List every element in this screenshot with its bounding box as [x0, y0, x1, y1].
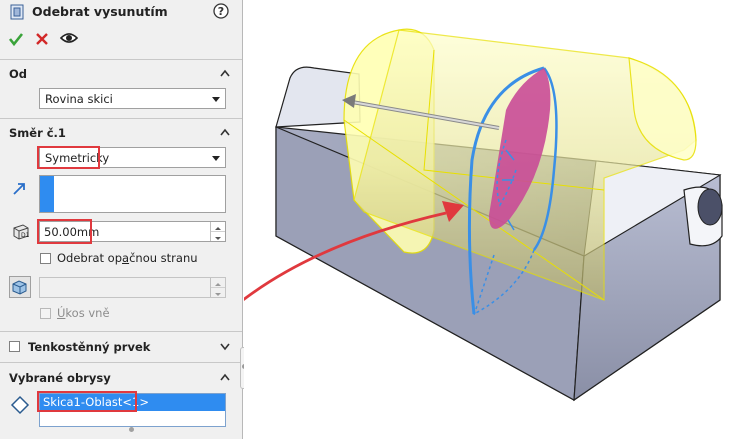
flip-side-label-text-end: čnou stranu	[129, 251, 198, 265]
property-manager: Odebrat vysunutím ? Od Rovina skici Směr…	[0, 0, 243, 439]
spin-down-icon[interactable]	[211, 234, 225, 243]
flip-side-checkbox[interactable]	[40, 253, 51, 264]
section-divider	[0, 118, 242, 119]
model-view[interactable]	[135, 0, 750, 439]
section-contours-header[interactable]: Vybrané obrysy	[0, 368, 242, 388]
checkmark-icon	[8, 33, 24, 47]
start-condition-select[interactable]: Rovina skici	[39, 88, 226, 109]
feature-icon	[9, 4, 25, 20]
close-icon	[36, 33, 48, 45]
start-condition-value: Rovina skici	[45, 92, 113, 106]
section-od-header[interactable]: Od	[0, 64, 242, 84]
svg-text:D1: D1	[21, 232, 30, 239]
draft-spinner	[210, 278, 225, 297]
graphics-area[interactable]	[135, 0, 750, 439]
highlight-box	[37, 146, 100, 169]
section-divider	[0, 362, 242, 363]
flip-side-label-text: Odebrat op	[57, 251, 123, 265]
draft-outward-checkbox	[40, 308, 51, 319]
svg-text:?: ?	[218, 5, 224, 18]
section-od-title: Od	[9, 67, 28, 81]
preview-button[interactable]	[59, 30, 79, 46]
chevron-up-icon[interactable]	[218, 370, 232, 384]
depth-icon: D1	[11, 222, 31, 242]
draft-outward-label-text-end: kos vně	[65, 306, 110, 320]
chevron-down-icon[interactable]	[218, 339, 232, 353]
depth-spinner[interactable]	[210, 222, 225, 241]
dropdown-arrow-icon	[212, 156, 220, 161]
dropdown-arrow-icon	[212, 97, 220, 102]
section-thin-title: Tenkostěnný prvek	[28, 340, 151, 354]
chevron-up-icon[interactable]	[218, 66, 232, 80]
eye-icon	[59, 33, 79, 43]
chevron-up-icon[interactable]	[218, 125, 232, 139]
highlight-box	[37, 391, 137, 412]
draft-outward-label: Úkos vně	[57, 306, 110, 320]
section-divider	[0, 331, 242, 332]
cancel-button[interactable]	[34, 31, 50, 47]
highlight-box	[37, 219, 92, 244]
thin-feature-checkbox[interactable]	[9, 341, 20, 352]
section-direction-header[interactable]: Směr č.1	[0, 123, 242, 143]
section-thin-header[interactable]: Tenkostěnný prvek	[0, 337, 242, 357]
ok-button[interactable]	[8, 31, 24, 47]
section-contours-title: Vybrané obrysy	[9, 371, 111, 385]
section-divider	[0, 59, 242, 60]
resize-handle[interactable]	[129, 427, 134, 432]
draft-angle-input	[39, 277, 226, 298]
selection-color-swatch	[40, 176, 54, 212]
spin-down-icon	[215, 293, 221, 296]
section-direction-title: Směr č.1	[9, 126, 66, 140]
contours-icon	[10, 395, 30, 415]
direction-arrow-icon[interactable]	[11, 181, 27, 197]
flip-side-label: Odebrat opačnou stranu	[57, 251, 198, 265]
draft-icon[interactable]	[9, 276, 31, 298]
feature-title: Odebrat vysunutím	[32, 4, 168, 19]
help-icon[interactable]: ?	[213, 3, 229, 19]
direction-reference-list[interactable]	[39, 175, 226, 213]
